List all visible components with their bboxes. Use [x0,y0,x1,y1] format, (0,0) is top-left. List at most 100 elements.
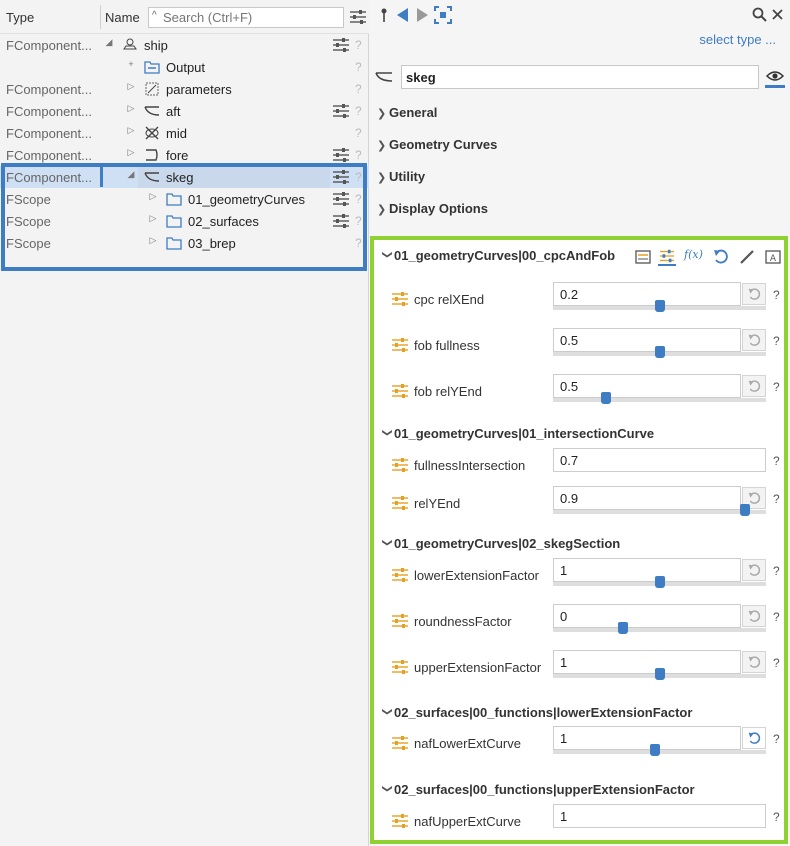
reset-button[interactable] [742,375,766,397]
adjust-sliders-icon[interactable] [333,104,349,118]
slider-thumb[interactable] [655,576,665,588]
search-input[interactable] [163,9,341,26]
parameter-slider[interactable] [553,622,766,634]
help-icon[interactable]: ? [355,82,362,96]
object-name-input[interactable] [401,65,759,89]
parameter-value-input[interactable] [553,804,766,828]
filter-sliders-icon[interactable] [350,10,366,24]
help-icon[interactable]: ? [355,126,362,140]
reset-button[interactable] [742,559,766,581]
help-icon[interactable]: ? [773,810,780,824]
adjust-sliders-icon[interactable] [333,192,349,206]
expand-toggle-icon[interactable]: + [126,59,136,69]
expand-toggle-icon[interactable]: ▷ [126,81,136,92]
table-view-icon[interactable] [634,248,652,266]
parameter-value-input[interactable] [553,486,741,510]
parameter-group-header[interactable]: ❯ 02_surfaces|00_functions|upperExtension… [380,782,695,797]
back-arrow-icon[interactable] [397,8,409,22]
expand-toggle-icon[interactable]: ▷ [148,191,158,202]
parameter-slider[interactable] [553,392,766,404]
expand-toggle-icon[interactable]: ▷ [148,213,158,224]
help-icon[interactable]: ? [773,656,780,670]
close-icon[interactable] [772,9,783,20]
parameter-group-header[interactable]: ❯ 01_geometryCurves|00_cpcAndFob [380,248,616,263]
help-icon[interactable]: ? [355,192,362,206]
parameter-value-input[interactable] [553,558,741,582]
tree-row[interactable]: FComponent... ▷ fore ? [0,144,369,166]
parameter-slider[interactable] [553,744,766,756]
search-options-icon[interactable]: ^ [152,10,157,21]
reset-button[interactable] [742,283,766,305]
reset-button[interactable] [742,605,766,627]
slider-thumb[interactable] [601,392,611,404]
parameter-value-input[interactable] [553,328,741,352]
slider-thumb[interactable] [655,346,665,358]
slider-thumb[interactable] [618,622,628,634]
section-display-options[interactable]: ❯ Display Options [377,201,488,223]
reset-all-icon[interactable] [712,248,730,266]
parameter-value-input[interactable] [553,604,741,628]
adjust-sliders-icon[interactable] [333,170,349,184]
function-icon[interactable]: f(x) [684,248,704,266]
forward-arrow-icon[interactable] [416,8,428,22]
section-utility[interactable]: ❯ Utility [377,169,425,191]
column-divider[interactable] [100,5,101,29]
help-icon[interactable]: ? [773,334,780,348]
reset-button[interactable] [742,727,766,749]
adjust-sliders-icon[interactable] [333,38,349,52]
edit-pencil-icon[interactable] [738,248,756,266]
parameter-slider[interactable] [553,576,766,588]
parameter-group-header[interactable]: ❯ 01_geometryCurves|02_skegSection [380,536,621,551]
select-type-link[interactable]: select type ... [699,32,776,47]
pin-icon[interactable] [380,8,388,22]
tree-row[interactable]: FComponent... ▷ parameters? [0,78,369,100]
tree-row[interactable]: FComponent... ◢ ship ? [0,34,369,56]
help-icon[interactable]: ? [355,214,362,228]
parameter-value-input[interactable] [553,448,766,472]
parameter-group-header[interactable]: ❯ 01_geometryCurves|01_intersectionCurve [380,426,655,441]
visibility-toggle[interactable] [765,66,785,88]
column-header-type[interactable]: Type [6,10,34,25]
expand-toggle-icon[interactable]: ▷ [126,125,136,136]
help-icon[interactable]: ? [773,564,780,578]
help-icon[interactable]: ? [355,38,362,52]
help-icon[interactable]: ? [355,170,362,184]
expand-toggle-icon[interactable]: ▷ [126,103,136,114]
expand-toggle-icon[interactable]: ▷ [148,235,158,246]
section-general[interactable]: ❯ General [377,105,437,127]
parameter-value-input[interactable] [553,650,741,674]
help-icon[interactable]: ? [355,148,362,162]
parameter-slider[interactable] [553,668,766,680]
parameter-slider[interactable] [553,300,766,312]
tree-row[interactable]: FScope ▷ 01_geometryCurves ? [0,188,369,210]
text-label-icon[interactable]: A [764,248,782,266]
tree-row[interactable]: FComponent... ▷ aft ? [0,100,369,122]
tree-row[interactable]: FComponent... ▷ mid? [0,122,369,144]
help-icon[interactable]: ? [355,60,362,74]
help-icon[interactable]: ? [355,236,362,250]
tree-row[interactable]: FComponent... ◢ skeg ? [0,166,369,188]
slider-thumb[interactable] [740,504,750,516]
tree-row[interactable]: + Output? [0,56,369,78]
tree-row[interactable]: FScope ▷ 02_surfaces ? [0,210,369,232]
slider-thumb[interactable] [655,668,665,680]
select-in-viewer-icon[interactable] [434,6,452,24]
parameter-value-input[interactable] [553,374,741,398]
expand-toggle-icon[interactable]: ◢ [104,37,114,48]
reset-button[interactable] [742,651,766,673]
parameter-group-header[interactable]: ❯ 02_surfaces|00_functions|lowerExtension… [380,705,693,720]
column-header-name[interactable]: Name [105,10,140,25]
slider-thumb[interactable] [655,300,665,312]
reset-button[interactable] [742,329,766,351]
help-icon[interactable]: ? [773,610,780,624]
adjust-sliders-icon[interactable] [333,148,349,162]
help-icon[interactable]: ? [773,380,780,394]
expand-toggle-icon[interactable]: ◢ [126,169,136,180]
help-icon[interactable]: ? [773,732,780,746]
sliders-view-icon[interactable] [658,248,676,266]
section-geometry-curves[interactable]: ❯ Geometry Curves [377,137,497,159]
tree-row[interactable]: FScope ▷ 03_brep? [0,232,369,254]
expand-toggle-icon[interactable]: ▷ [126,147,136,158]
help-icon[interactable]: ? [773,454,780,468]
slider-thumb[interactable] [650,744,660,756]
